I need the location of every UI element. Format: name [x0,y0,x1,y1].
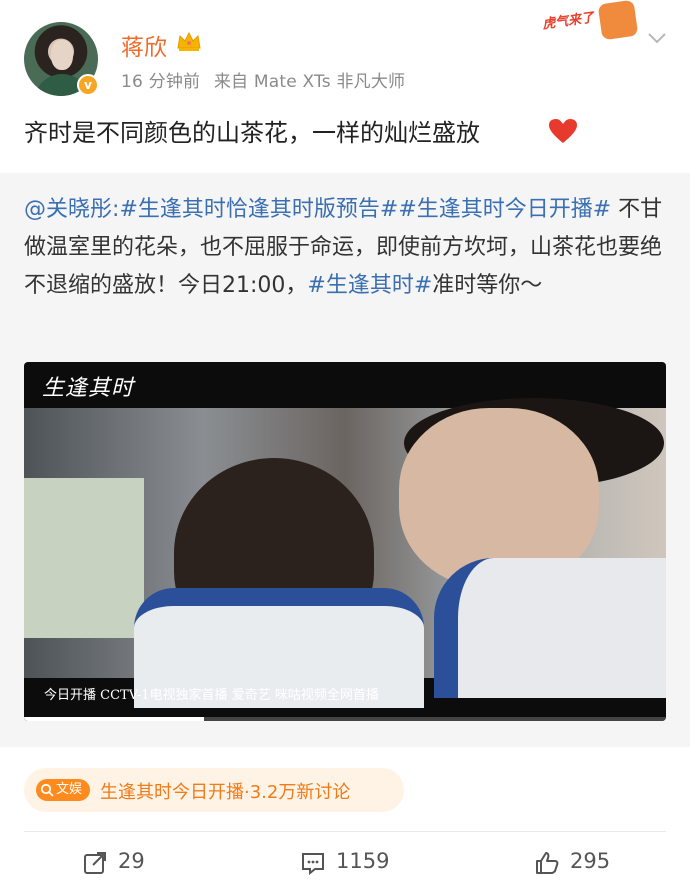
search-icon [40,783,54,797]
heart-icon [549,119,577,143]
crown-icon [177,31,201,51]
post-text: 齐时是不同颜色的山茶花，一样的灿烂盛放 [24,119,480,147]
topic-chip[interactable]: 文娱 生逢其时今日开播·3.2万新讨论 [24,768,404,812]
repost-ending: 准时等你～ [432,273,543,298]
video-frame [24,398,666,708]
video-logo: 生逢其时 [42,376,135,401]
divider [24,831,666,832]
repost-text: @关晓彤:#生逢其时恰逢其时版预告##生逢其时今日开播# 不甘做温室里的花朵，也… [24,191,669,305]
avatar-face [51,40,73,70]
video-caption: 今日开播 CCTV-1电视独家首播 爱奇艺 咪咕视频全网首播 [44,688,379,703]
thumbs-up-icon [536,852,559,874]
comment-icon [302,853,324,876]
video-books [24,478,144,638]
mention-link[interactable]: @关晓彤 [24,197,112,222]
sticker-text: 虎气来了 [541,10,596,33]
comment-count: 1159 [336,849,390,873]
share-icon [84,852,106,874]
post-source[interactable]: 来自 Mate XTs 非凡大师 [214,72,405,92]
author-name[interactable]: 蒋欣 [121,28,167,62]
sticker-badge: 虎气来了 [541,0,640,44]
like-count: 295 [570,849,611,873]
hashtag-link[interactable]: #生逢其时恰逢其时版预告# [119,197,398,222]
topic-badge-label: 文娱 [56,782,83,797]
repost-block[interactable]: @关晓彤:#生逢其时恰逢其时版预告##生逢其时今日开播# 不甘做温室里的花朵，也… [0,173,690,747]
video-person-b-shirt [434,558,666,698]
video-progress-bar[interactable] [24,717,666,721]
video-progress-fill [24,717,204,721]
topic-text: 生逢其时今日开播·3.2万新讨论 [100,782,351,803]
repost-count: 29 [118,849,145,873]
verified-icon: v [77,74,99,96]
post-time: 16 分钟前 [121,72,201,92]
post-header: v 蒋欣 16 分钟前 来自 Mate XTs 非凡大师 虎气来了 [0,0,690,100]
hashtag-link[interactable]: #生逢其时今日开播# [398,197,611,222]
chevron-down-icon[interactable] [645,28,669,48]
hashtag-link[interactable]: #生逢其时# [307,273,432,298]
video-player[interactable]: 生逢其时 今日开播 CCTV-1电视独家首播 爱奇艺 咪咕视频全网首播 [24,362,666,721]
post-meta: 16 分钟前 来自 Mate XTs 非凡大师 [121,67,413,92]
tiger-paw-icon [597,0,639,41]
